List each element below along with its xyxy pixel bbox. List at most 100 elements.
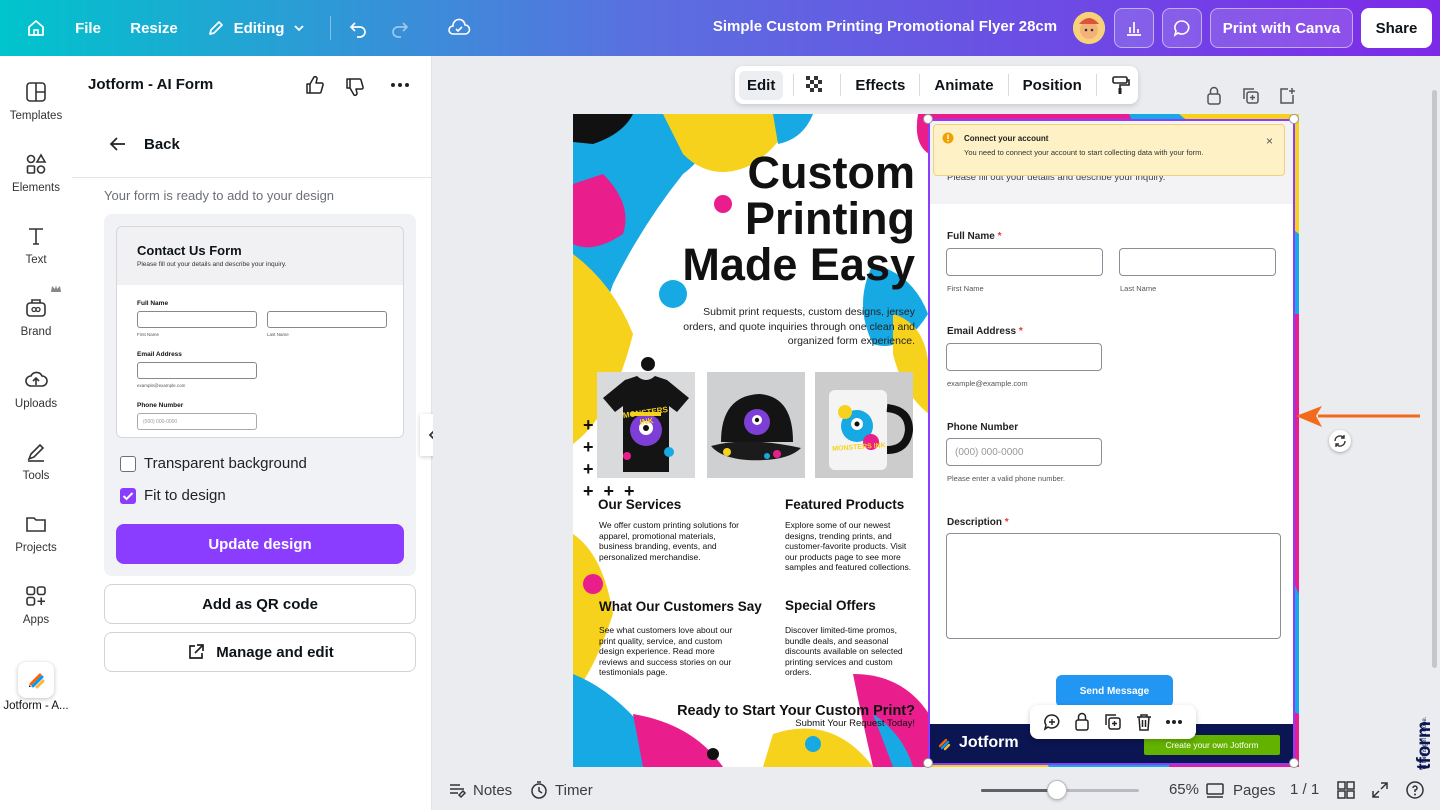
print-with-canva-button[interactable]: Print with Canva xyxy=(1210,8,1353,48)
banner-close-icon[interactable]: × xyxy=(1266,134,1273,148)
rail-item-projects[interactable]: Projects xyxy=(0,512,72,576)
divider xyxy=(793,74,795,96)
resize-handle-top-left[interactable] xyxy=(923,114,933,124)
resize-handle-bottom-right[interactable] xyxy=(1289,758,1299,768)
resize-handle-bottom-left[interactable] xyxy=(923,758,933,768)
help-button[interactable] xyxy=(1405,780,1425,800)
undo-button[interactable] xyxy=(342,8,374,48)
thumbs-up-button[interactable] xyxy=(304,74,326,96)
rail-label: Text xyxy=(25,254,47,266)
edit-button[interactable]: Edit xyxy=(739,70,784,100)
duplicate-element-button[interactable] xyxy=(1103,712,1123,732)
update-design-button[interactable]: Update design xyxy=(116,524,404,564)
zoom-slider-thumb[interactable] xyxy=(1047,780,1067,800)
rail-item-tools[interactable]: Tools xyxy=(0,440,72,504)
jotform-embed[interactable]: Please fill out your details and describ… xyxy=(929,120,1293,764)
more-horizontal-icon xyxy=(391,83,409,87)
product-image-mug[interactable] xyxy=(815,372,913,478)
fullscreen-button[interactable] xyxy=(1370,780,1390,800)
thumbs-down-button[interactable] xyxy=(344,76,366,98)
grid-view-button[interactable] xyxy=(1336,780,1356,800)
document-title[interactable]: Simple Custom Printing Promotional Flyer… xyxy=(690,18,1080,35)
redo-button[interactable] xyxy=(384,8,416,48)
add-as-qr-code-button[interactable]: Add as QR code xyxy=(104,584,416,624)
more-element-options-button[interactable] xyxy=(1164,712,1184,732)
rail-item-brand[interactable]: Brand xyxy=(0,285,72,360)
file-menu[interactable]: File xyxy=(66,8,110,48)
preview-phone-field: (000) 000-0000 xyxy=(137,413,257,430)
offers-heading[interactable]: Special Offers xyxy=(785,598,876,613)
animate-button[interactable]: Animate xyxy=(934,77,993,94)
pages-button[interactable]: Pages xyxy=(1205,780,1276,800)
back-button[interactable]: Back xyxy=(108,134,180,154)
canvas-scrollbar[interactable] xyxy=(1432,90,1437,668)
services-heading[interactable]: Our Services xyxy=(598,497,681,512)
zoom-level[interactable]: 65% xyxy=(1155,781,1199,798)
description-textarea[interactable] xyxy=(946,533,1281,639)
fit-to-design-checkbox[interactable] xyxy=(120,488,136,504)
share-button[interactable]: Share xyxy=(1361,8,1432,48)
timer-label: Timer xyxy=(555,781,593,799)
customers-heading[interactable]: What Our Customers Say xyxy=(599,599,762,614)
resize-handle-top-right[interactable] xyxy=(1289,114,1299,124)
home-button[interactable] xyxy=(18,8,54,48)
copy-style-button[interactable] xyxy=(1109,74,1131,96)
more-options-button[interactable] xyxy=(388,74,412,96)
duplicate-page-button[interactable] xyxy=(1241,86,1261,106)
add-comment-button[interactable] xyxy=(1042,712,1062,732)
rail-item-apps[interactable]: Apps xyxy=(0,584,72,648)
divider xyxy=(1095,74,1097,96)
last-name-input[interactable] xyxy=(1119,248,1276,276)
transparent-background-checkbox[interactable] xyxy=(120,456,136,472)
lock-page-button[interactable] xyxy=(1205,86,1223,106)
flyer-intro[interactable]: Submit print requests, custom designs, j… xyxy=(633,305,915,349)
email-input[interactable] xyxy=(946,343,1102,371)
rail-item-elements[interactable]: Elements xyxy=(0,152,72,216)
editing-mode-dropdown[interactable]: Editing xyxy=(198,8,314,48)
plus-pattern: + + + + + + xyxy=(583,415,635,501)
first-name-sublabel: First Name xyxy=(947,284,984,293)
manage-and-edit-button[interactable]: Manage and edit xyxy=(104,632,416,672)
customers-text[interactable]: See what customers love about our print … xyxy=(599,625,739,678)
crown-icon xyxy=(51,285,61,292)
phone-input[interactable]: (000) 000-0000 xyxy=(946,438,1102,466)
position-button[interactable]: Position xyxy=(1023,77,1082,94)
avatar[interactable] xyxy=(1073,12,1105,44)
rail-label: Templates xyxy=(9,110,63,122)
form-preview[interactable]: Contact Us Form Please fill out your det… xyxy=(116,226,404,438)
cta-subtext[interactable]: Submit Your Request Today! xyxy=(573,718,915,729)
product-image-cap[interactable] xyxy=(707,372,805,478)
featured-text[interactable]: Explore some of our newest designs, tren… xyxy=(785,520,913,573)
panel-title: Jotform - AI Form xyxy=(88,76,214,93)
resize-button[interactable]: Resize xyxy=(124,8,184,48)
send-message-button[interactable]: Send Message xyxy=(1056,675,1173,707)
more-horizontal-icon xyxy=(1166,720,1183,724)
banner-title: Connect your account xyxy=(964,134,1049,143)
flyer-title[interactable]: Custom Printing Made Easy xyxy=(573,150,915,288)
timer-button[interactable]: Timer xyxy=(529,780,593,800)
rail-item-text[interactable]: Text xyxy=(0,224,72,288)
add-page-button[interactable] xyxy=(1277,86,1297,106)
offers-text[interactable]: Discover limited-time promos, bundle dea… xyxy=(785,625,917,678)
cta-heading[interactable]: Ready to Start Your Custom Print? xyxy=(573,703,915,719)
timer-icon xyxy=(531,781,547,799)
jotform-app-tile[interactable] xyxy=(18,662,54,698)
cap-illustration xyxy=(711,394,801,461)
rail-item-uploads[interactable]: Uploads xyxy=(0,368,72,432)
insights-button[interactable] xyxy=(1114,8,1154,48)
fit-to-design-label: Fit to design xyxy=(144,487,226,504)
notes-button[interactable]: Notes xyxy=(447,780,512,800)
comments-button[interactable] xyxy=(1162,8,1202,48)
transparency-button[interactable] xyxy=(804,74,826,96)
featured-heading[interactable]: Featured Products xyxy=(785,497,904,512)
delete-element-button[interactable] xyxy=(1135,712,1153,732)
rotate-handle[interactable] xyxy=(1329,430,1351,452)
rail-item-templates[interactable]: Templates xyxy=(0,80,72,144)
first-name-input[interactable] xyxy=(946,248,1103,276)
services-text[interactable]: We offer custom printing solutions for a… xyxy=(599,520,739,562)
cloud-save-button[interactable] xyxy=(442,8,476,48)
rail-label: Tools xyxy=(22,470,50,482)
effects-button[interactable]: Effects xyxy=(855,77,905,94)
connect-account-banner[interactable]: Connect your account You need to connect… xyxy=(933,124,1285,176)
lock-element-button[interactable] xyxy=(1073,712,1091,732)
